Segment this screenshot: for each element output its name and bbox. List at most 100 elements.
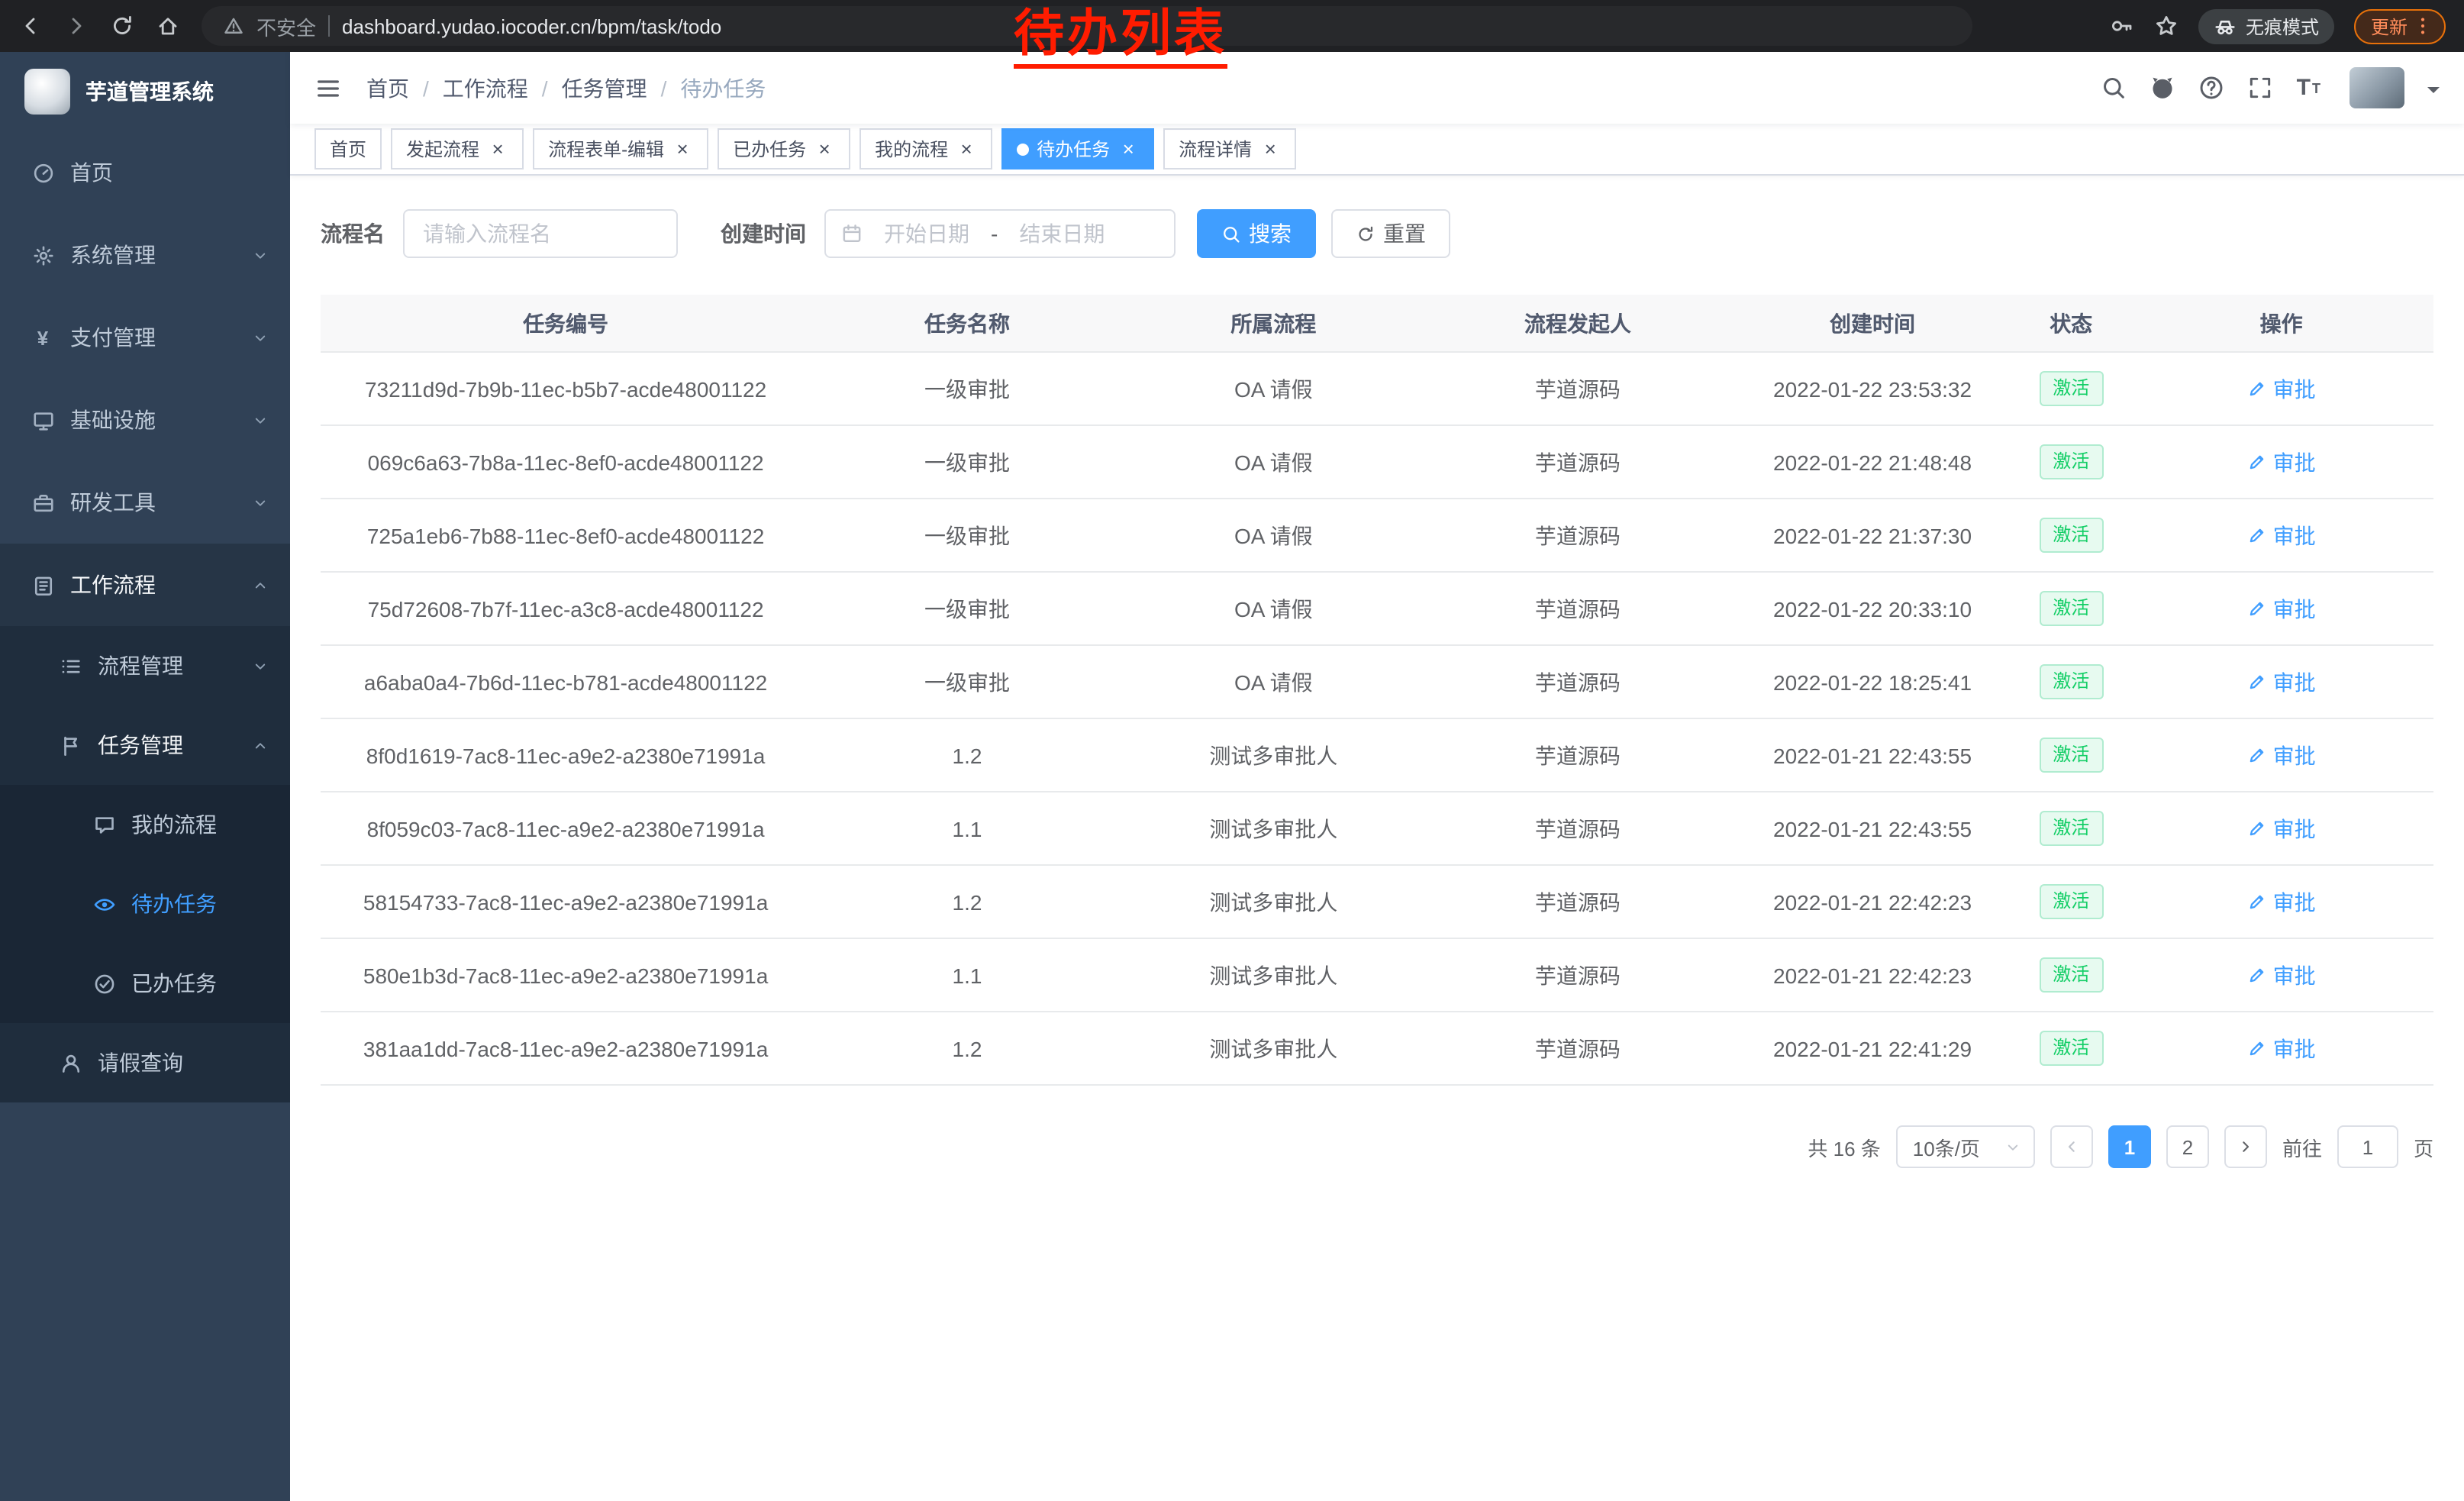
tab-close-icon[interactable]: × [672, 138, 693, 160]
approve-button[interactable]: 审批 [2247, 813, 2316, 844]
search-icon[interactable] [2101, 75, 2127, 101]
table-row: 75d72608-7b7f-11ec-a3c8-acde48001122一级审批… [321, 573, 2433, 646]
sidebar-item-done-task[interactable]: 已办任务 [0, 944, 290, 1023]
cell-process: OA 请假 [1124, 593, 1424, 624]
key-icon[interactable] [2110, 14, 2134, 38]
sidebar-item-home[interactable]: 首页 [0, 131, 290, 214]
tabs-bar: 首页发起流程×流程表单-编辑×已办任务×我的流程×待办任务×流程详情× [290, 124, 2464, 176]
chat-icon [92, 813, 116, 836]
sidebar-item-devtools[interactable]: 研发工具 [0, 461, 290, 544]
sidebar-item-label: 系统管理 [70, 240, 156, 270]
fullscreen-icon[interactable] [2248, 75, 2274, 101]
tab-close-icon[interactable]: × [1259, 138, 1281, 160]
process-name-input[interactable] [403, 209, 678, 258]
pen-icon [2247, 1038, 2267, 1058]
approve-button[interactable]: 审批 [2247, 960, 2316, 990]
app-logo[interactable]: 芋道管理系统 [0, 52, 290, 131]
cell-created: 2022-01-21 22:43:55 [1732, 743, 2013, 767]
status-cell: 激活 [2013, 444, 2129, 479]
status-cell: 激活 [2013, 1031, 2129, 1066]
cell-process: OA 请假 [1124, 373, 1424, 404]
tab-close-icon[interactable]: × [487, 138, 508, 160]
tab-item-2[interactable]: 流程表单-编辑× [533, 128, 708, 169]
start-date-input[interactable] [869, 221, 985, 246]
address-divider [328, 15, 330, 37]
cell-initiator: 芋道源码 [1424, 886, 1732, 917]
tab-close-icon[interactable]: × [956, 138, 977, 160]
goto-page-input[interactable] [2337, 1125, 2398, 1168]
reload-icon[interactable] [110, 14, 134, 38]
approve-button[interactable]: 审批 [2247, 447, 2316, 477]
tab-item-4[interactable]: 我的流程× [859, 128, 992, 169]
page-button-1[interactable]: 1 [2108, 1125, 2151, 1168]
chevron-down-icon [252, 247, 269, 263]
end-date-input[interactable] [1004, 221, 1120, 246]
cell-name: 一级审批 [811, 520, 1124, 550]
font-size-icon[interactable]: TT [2297, 75, 2320, 101]
cell-id: 725a1eb6-7b88-11ec-8ef0-acde48001122 [321, 523, 811, 547]
approve-label: 审批 [2273, 520, 2316, 550]
logo-image [24, 69, 70, 115]
reset-button[interactable]: 重置 [1331, 209, 1450, 258]
forward-icon[interactable] [64, 14, 89, 38]
approve-button[interactable]: 审批 [2247, 886, 2316, 917]
approve-button[interactable]: 审批 [2247, 667, 2316, 697]
tab-close-icon[interactable]: × [1118, 138, 1139, 160]
cell-name: 1.1 [811, 816, 1124, 841]
bookmark-star-icon[interactable] [2154, 14, 2179, 38]
cell-created: 2022-01-22 21:48:48 [1732, 450, 2013, 474]
sidebar-item-system[interactable]: 系统管理 [0, 214, 290, 296]
approve-button[interactable]: 审批 [2247, 1033, 2316, 1064]
sidebar-item-label: 请假查询 [98, 1047, 183, 1078]
breadcrumb-item[interactable]: 工作流程 [443, 73, 528, 103]
sidebar-item-my-process[interactable]: 我的流程 [0, 785, 290, 864]
hamburger-icon[interactable] [314, 74, 342, 102]
sidebar-item-label: 已办任务 [131, 968, 217, 999]
github-icon[interactable] [2150, 75, 2176, 101]
breadcrumb-item[interactable]: 任务管理 [562, 73, 647, 103]
sidebar-item-payment[interactable]: ¥支付管理 [0, 296, 290, 379]
home-icon[interactable] [156, 14, 180, 38]
browser-menu-icon[interactable] [2412, 15, 2433, 37]
tab-item-6[interactable]: 流程详情× [1163, 128, 1296, 169]
breadcrumb-item[interactable]: 首页 [366, 73, 409, 103]
table-row: 725a1eb6-7b88-11ec-8ef0-acde48001122一级审批… [321, 499, 2433, 573]
column-header: 操作 [2129, 308, 2433, 338]
approve-button[interactable]: 审批 [2247, 740, 2316, 770]
cell-id: 069c6a63-7b8a-11ec-8ef0-acde48001122 [321, 450, 811, 474]
tab-close-icon[interactable]: × [814, 138, 835, 160]
sidebar-item-todo-task[interactable]: 待办任务 [0, 864, 290, 944]
approve-label: 审批 [2273, 960, 2316, 990]
status-badge: 激活 [2039, 664, 2103, 699]
tab-item-5[interactable]: 待办任务× [1001, 128, 1154, 169]
update-button[interactable]: 更新 [2354, 8, 2446, 44]
sidebar-item-leave-query[interactable]: 请假查询 [0, 1023, 290, 1102]
page-size-value: 10条/页 [1913, 1132, 1980, 1161]
help-icon[interactable] [2199, 75, 2225, 101]
sidebar-item-workflow[interactable]: 工作流程 [0, 544, 290, 626]
page-button-2[interactable]: 2 [2166, 1125, 2209, 1168]
cell-initiator: 芋道源码 [1424, 373, 1732, 404]
avatar-caret-icon[interactable] [2427, 86, 2440, 98]
search-button[interactable]: 搜索 [1197, 209, 1316, 258]
back-icon[interactable] [18, 14, 43, 38]
sidebar-item-process-mgmt[interactable]: 流程管理 [0, 626, 290, 705]
date-range-picker[interactable]: - [824, 209, 1176, 258]
cell-id: 8f0d1619-7ac8-11ec-a9e2-a2380e71991a [321, 743, 811, 767]
tab-item-1[interactable]: 发起流程× [391, 128, 524, 169]
sidebar-item-label: 工作流程 [70, 570, 156, 600]
column-header: 状态 [2013, 308, 2129, 338]
next-page-button[interactable] [2224, 1125, 2267, 1168]
user-avatar[interactable] [2350, 67, 2404, 108]
page-size-select[interactable]: 10条/页 [1896, 1125, 2035, 1168]
approve-button[interactable]: 审批 [2247, 373, 2316, 404]
prev-page-button[interactable] [2050, 1125, 2093, 1168]
sidebar-item-infrastructure[interactable]: 基础设施 [0, 379, 290, 461]
status-cell: 激活 [2013, 884, 2129, 919]
approve-button[interactable]: 审批 [2247, 520, 2316, 550]
cell-initiator: 芋道源码 [1424, 813, 1732, 844]
tab-item-3[interactable]: 已办任务× [718, 128, 850, 169]
tab-item-0[interactable]: 首页 [314, 128, 382, 169]
sidebar-item-task-mgmt[interactable]: 任务管理 [0, 705, 290, 785]
approve-button[interactable]: 审批 [2247, 593, 2316, 624]
